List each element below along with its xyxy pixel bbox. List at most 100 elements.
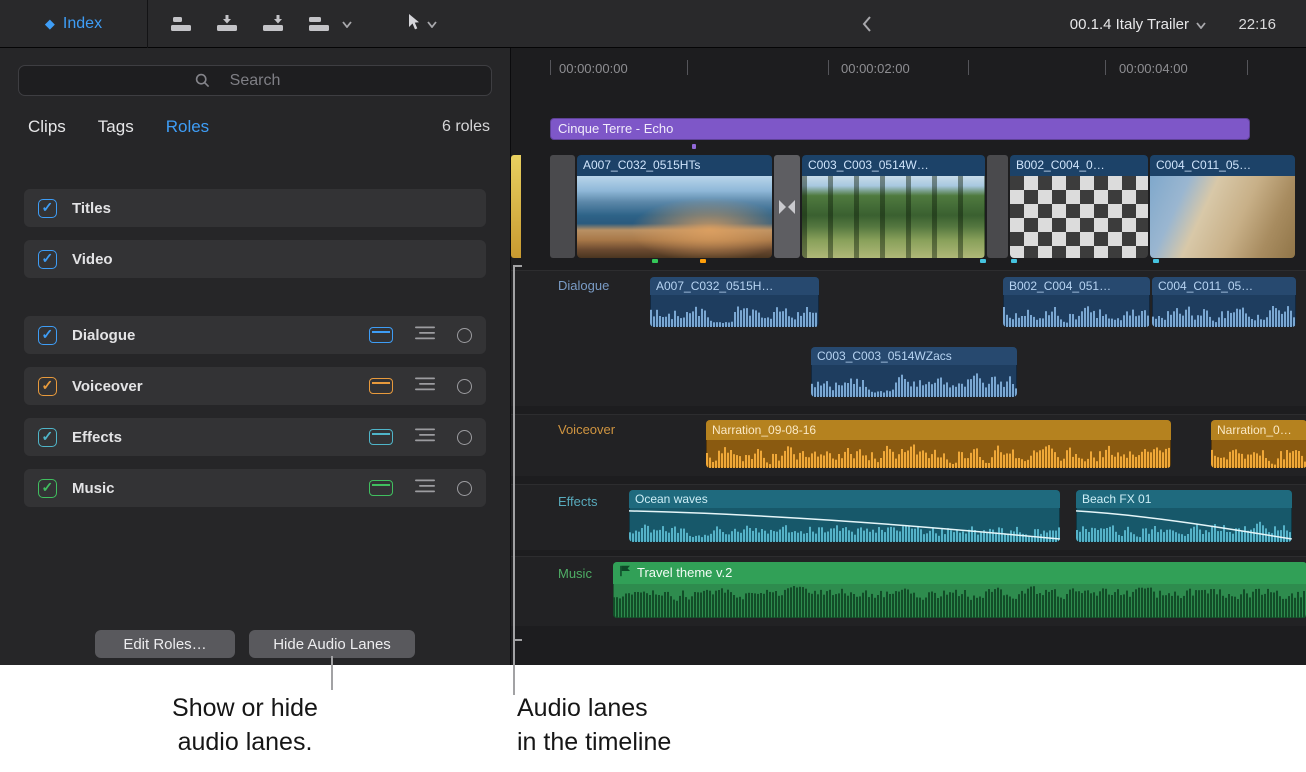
dialogue-audio-clip[interactable]: B002_C004_051… [1003, 277, 1150, 327]
gap-clip[interactable] [550, 155, 575, 258]
dialogue-audio-clip[interactable]: C004_C011_05… [1152, 277, 1296, 327]
role-row-video[interactable]: Video [24, 240, 486, 278]
dialogue-checkbox[interactable] [38, 326, 57, 345]
waveform [1211, 440, 1306, 468]
waveform [1003, 295, 1150, 327]
audio-clip-name: C004_C011_05… [1152, 277, 1296, 295]
audio-lane-icon[interactable] [369, 327, 393, 343]
timecode-label: 00:00:00:00 [559, 61, 628, 76]
effects-checkbox[interactable] [38, 428, 57, 447]
timecode-label: 00:00:02:00 [841, 61, 910, 76]
subroles-icon[interactable] [415, 428, 435, 447]
role-label-titles: Titles [72, 200, 111, 217]
video-clip-name: A007_C032_0515HTs [577, 155, 772, 176]
video-checkbox[interactable] [38, 250, 57, 269]
volume-envelope-line[interactable] [1076, 508, 1292, 541]
cross-dissolve-icon [778, 199, 796, 215]
caption-show-hide-lanes: Show or hide audio lanes. [120, 691, 370, 759]
index-button-label: Index [63, 15, 102, 33]
clip-connection-marker [1011, 259, 1017, 263]
dialogue-audio-clip[interactable]: A007_C032_0515H… [650, 277, 819, 327]
dialogue-audio-clip[interactable]: C003_C003_0514WZacs [811, 347, 1017, 397]
focus-circle-icon[interactable] [457, 430, 472, 445]
callout-line-left [331, 656, 333, 690]
audio-lane-icon[interactable] [369, 429, 393, 445]
select-tool-button[interactable] [406, 0, 437, 48]
select-tool-chevron-down-icon [427, 15, 437, 33]
video-clip[interactable]: C004_C011_05… [1150, 155, 1295, 258]
video-clip[interactable]: B002_C004_0… [1010, 155, 1148, 258]
role-label-effects: Effects [72, 429, 122, 446]
role-row-voiceover[interactable]: Voiceover [24, 367, 486, 405]
project-title-dropdown[interactable]: 00.1.4 Italy Trailer [1070, 0, 1206, 48]
volume-envelope-line[interactable] [629, 508, 1060, 541]
audio-clip-name: B002_C004_051… [1003, 277, 1150, 295]
video-clip[interactable]: C003_C003_0514W… [802, 155, 985, 258]
connect-clip-icon[interactable] [168, 14, 194, 34]
audio-lane-icon[interactable] [369, 480, 393, 496]
focus-circle-icon[interactable] [457, 328, 472, 343]
ruler-tick [968, 60, 969, 75]
append-clip-icon[interactable] [260, 14, 286, 34]
role-label-voiceover: Voiceover [72, 378, 143, 395]
audio-clip-name: Narration_09-08-16 [706, 420, 1171, 440]
insert-clip-icon[interactable] [214, 14, 240, 34]
role-row-effects[interactable]: Effects [24, 418, 486, 456]
search-field[interactable] [18, 65, 492, 96]
title-marker [692, 144, 696, 149]
overwrite-clip-icon[interactable] [306, 14, 332, 34]
focus-circle-icon[interactable] [457, 481, 472, 496]
title-clip[interactable]: Cinque Terre - Echo [550, 118, 1250, 140]
role-row-music[interactable]: Music [24, 469, 486, 507]
transition-clip[interactable] [774, 155, 800, 258]
lane-label-voiceover: Voiceover [558, 422, 615, 437]
video-clip-name: C003_C003_0514W… [802, 155, 985, 176]
subroles-icon[interactable] [415, 479, 435, 498]
music-audio-clip[interactable]: Travel theme v.2 [613, 562, 1306, 618]
role-row-dialogue[interactable]: Dialogue [24, 316, 486, 354]
voiceover-audio-clip[interactable]: Narration_09-08-16 [706, 420, 1171, 468]
voiceover-checkbox[interactable] [38, 377, 57, 396]
index-button[interactable]: ◆ Index [0, 0, 148, 48]
waveform [706, 440, 1171, 468]
subroles-icon[interactable] [415, 377, 435, 396]
hide-audio-lanes-button[interactable]: Hide Audio Lanes [249, 630, 415, 658]
fcp-window: ◆ Index [0, 0, 1306, 772]
video-clip-partial[interactable] [511, 155, 521, 258]
edit-tools-chevron-down-icon[interactable] [342, 21, 352, 28]
music-role-controls [369, 479, 472, 498]
audio-clip-name: A007_C032_0515H… [650, 277, 819, 295]
role-row-titles[interactable]: Titles [24, 189, 486, 227]
callout-line-right [513, 265, 515, 695]
titles-checkbox[interactable] [38, 199, 57, 218]
back-chevron-icon[interactable] [862, 15, 872, 38]
waveform [1152, 295, 1296, 327]
video-clip[interactable]: A007_C032_0515HTs [577, 155, 772, 258]
clip-connection-marker [1153, 259, 1159, 263]
tab-clips[interactable]: Clips [28, 117, 66, 137]
effects-audio-clip[interactable]: Ocean waves [629, 490, 1060, 542]
voiceover-audio-clip[interactable]: Narration_0… [1211, 420, 1306, 468]
music-checkbox[interactable] [38, 479, 57, 498]
clip-connection-marker [980, 259, 986, 263]
edit-roles-button[interactable]: Edit Roles… [95, 630, 235, 658]
index-tabs: Clips Tags Roles [28, 117, 209, 137]
clock-time: 22:16 [1238, 0, 1276, 48]
tab-roles[interactable]: Roles [166, 117, 209, 137]
waveform [650, 295, 819, 327]
focus-circle-icon[interactable] [457, 379, 472, 394]
waveform [613, 584, 1306, 618]
search-input[interactable] [19, 66, 491, 95]
audio-lane-icon[interactable] [369, 378, 393, 394]
tab-tags[interactable]: Tags [98, 117, 134, 137]
role-label-music: Music [72, 480, 115, 497]
lane-label-effects: Effects [558, 494, 598, 509]
video-clip-name: B002_C004_0… [1010, 155, 1148, 176]
subroles-icon[interactable] [415, 326, 435, 345]
ruler-tick [550, 60, 551, 75]
effects-audio-clip[interactable]: Beach FX 01 [1076, 490, 1292, 542]
dialogue-role-controls [369, 326, 472, 345]
select-arrow-icon [406, 13, 420, 36]
ruler-tick [687, 60, 688, 75]
gap-clip[interactable] [987, 155, 1008, 258]
